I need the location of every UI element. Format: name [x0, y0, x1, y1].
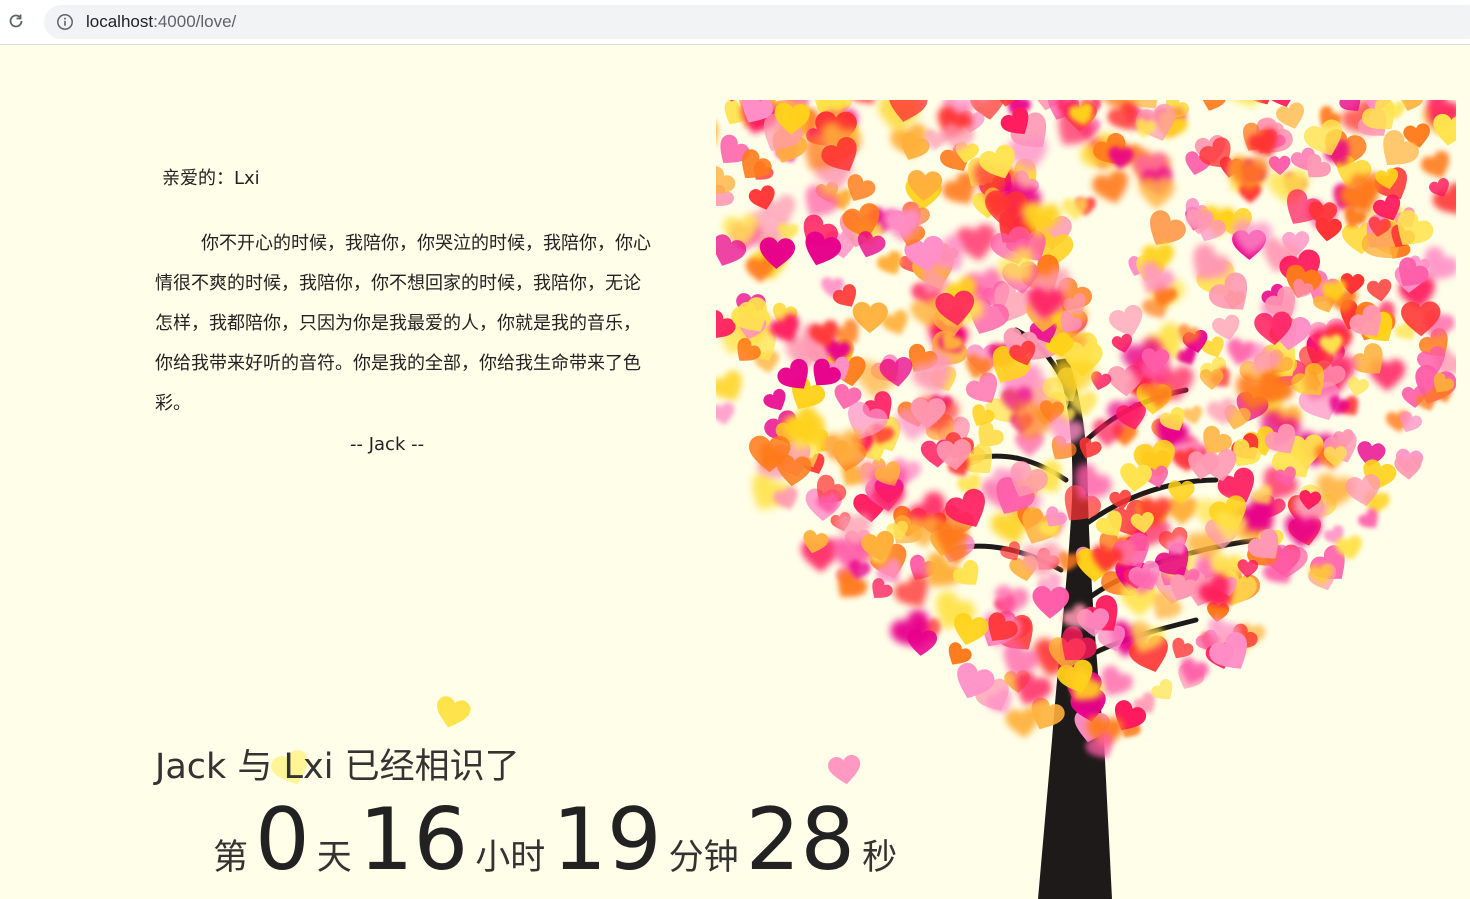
info-icon[interactable]	[56, 13, 74, 31]
tree-heart	[716, 402, 735, 425]
url-path: :4000/love/	[153, 12, 237, 31]
page-content: 亲爱的：Lxi 你不开心的时候，我陪你，你哭泣的时候，我陪你，你心情很不爽的时候…	[0, 45, 1470, 899]
timer-prefix: 第	[213, 838, 249, 878]
timer-hours-unit: 小时	[475, 838, 546, 878]
letter-greeting: 亲爱的：Lxi	[162, 168, 260, 189]
falling-heart-icon	[828, 754, 861, 785]
tree-heart	[716, 370, 742, 401]
tree-heart	[1201, 100, 1227, 111]
reload-icon	[9, 14, 23, 28]
elapsed-timer: 第 0 天 16 小时 19 分钟 28 秒	[213, 797, 897, 883]
tree-heart	[1182, 405, 1203, 425]
reload-button[interactable]	[4, 9, 28, 33]
letter-body: 你不开心的时候，我陪你，你哭泣的时候，我陪你，你心情很不爽的时候，我陪你，你不想…	[155, 233, 651, 414]
timer-minutes: 19	[552, 790, 662, 890]
tree-heart	[1092, 169, 1128, 204]
together-title: Jack 与 Lxi 已经相识了	[155, 747, 520, 787]
timer-seconds-unit: 秒	[862, 838, 898, 878]
url-text[interactable]: localhost:4000/love/	[86, 12, 236, 32]
tree-heart	[1366, 278, 1392, 302]
timer-days-unit: 天	[316, 838, 352, 878]
url-host: localhost	[86, 12, 154, 31]
timer-hours: 16	[358, 790, 469, 890]
tree-heart	[1284, 514, 1322, 548]
tree-heart	[1420, 150, 1450, 179]
browser-toolbar: localhost:4000/love/	[0, 0, 1470, 45]
falling-heart-icon	[437, 696, 471, 728]
tree-heart	[1120, 463, 1152, 492]
tree-heart	[907, 629, 938, 656]
address-bar[interactable]: localhost:4000/love/	[44, 5, 1470, 39]
tree-heart	[1005, 707, 1040, 738]
timer-days: 0	[255, 790, 310, 890]
timer-minutes-unit: 分钟	[668, 838, 739, 878]
letter-signature: -- Jack --	[350, 434, 425, 455]
timer-seconds: 28	[745, 790, 856, 890]
tree-heart	[1347, 376, 1370, 397]
